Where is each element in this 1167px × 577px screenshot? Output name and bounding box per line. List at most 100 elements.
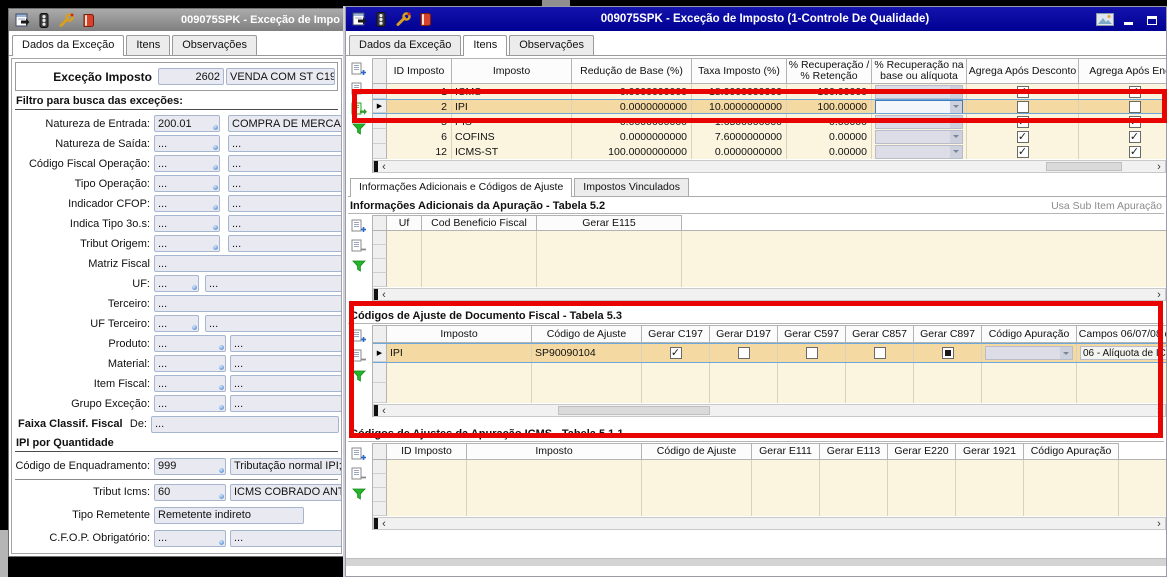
row-selector[interactable]	[373, 84, 387, 99]
row-selector[interactable]	[373, 474, 387, 488]
tabela-5-1-1-grid-hscrollbar[interactable]: ‹›	[373, 517, 1166, 530]
column-header-gerar-c857[interactable]: Gerar C857	[846, 325, 914, 343]
checkbox-agrega-apos-encar[interactable]	[1129, 131, 1141, 143]
dropdown-recuperacao-na-base-ou-aliquota[interactable]	[875, 85, 963, 99]
traffic-light-icon[interactable]	[35, 12, 53, 28]
row-selector[interactable]	[373, 144, 387, 159]
cell-imposto[interactable]: IPI	[387, 344, 532, 362]
dropdown-recuperacao-na-base-ou-aliquota[interactable]	[875, 145, 963, 159]
cell-id-imposto[interactable]: 12	[387, 144, 452, 159]
row-selector[interactable]	[373, 114, 387, 129]
column-header-agrega-apos-encar[interactable]: Agrega Após Encar	[1079, 58, 1166, 84]
column-header-gerar-d197[interactable]: Gerar D197	[710, 325, 778, 343]
add-row-icon[interactable]	[351, 446, 367, 461]
row-selector[interactable]	[373, 245, 387, 259]
cell-id-imposto[interactable]: 6	[387, 129, 452, 144]
empty-row[interactable]	[373, 245, 1166, 259]
add-row-icon[interactable]	[351, 328, 367, 343]
cell-recuperacao-retencao[interactable]: 100.00000	[787, 84, 872, 99]
column-header-recuperacao-retencao[interactable]: % Recuperação / % Retenção	[787, 58, 872, 84]
field-codigo-fiscal-operacao-desc[interactable]: ...	[228, 155, 342, 172]
column-header-imposto[interactable]: Imposto	[452, 58, 572, 84]
wrench-icon[interactable]	[394, 11, 412, 27]
empty-row[interactable]	[373, 259, 1166, 273]
field-indicador-cfop[interactable]: ...	[154, 195, 220, 212]
scrollbar-thumb[interactable]	[1046, 162, 1122, 171]
scroll-left-arrow[interactable]: ‹	[378, 519, 390, 529]
tab-dados-da-excecao[interactable]: Dados da Exceção	[12, 35, 124, 56]
cell-imposto[interactable]: PIS	[452, 114, 572, 129]
cell-id-imposto[interactable]: 2	[387, 100, 452, 113]
column-header-gerar-e111[interactable]: Gerar E111	[752, 443, 820, 460]
cell-reducao-de-base[interactable]: 0.0000000000	[572, 129, 692, 144]
maximize-button[interactable]	[1142, 12, 1162, 27]
exception-code-field[interactable]: 2602	[158, 68, 224, 85]
wrench-icon[interactable]	[57, 12, 75, 28]
cell-reducao-de-base[interactable]: 0.0000000000	[572, 100, 692, 113]
filter-row-icon[interactable]	[351, 486, 367, 501]
field-tribut-origem[interactable]: ...	[154, 235, 220, 252]
book-icon[interactable]	[79, 12, 97, 28]
tab-informacoes-adicionais-e-codigos-de-ajuste[interactable]: Informações Adicionais e Códigos de Ajus…	[350, 178, 572, 197]
book-icon[interactable]	[416, 11, 434, 27]
checkbox-agrega-apos-encar[interactable]	[1129, 86, 1141, 98]
empty-row[interactable]	[373, 488, 1166, 502]
scroll-right-arrow[interactable]: ›	[1153, 519, 1165, 529]
tab-observacoes[interactable]: Observações	[509, 35, 594, 55]
checkbox-agrega-apos-desconto[interactable]	[1017, 101, 1029, 113]
dropdown-codigo-apuracao[interactable]	[985, 346, 1073, 360]
column-header-recuperacao-na-base-ou-aliquota[interactable]: % Recuperação na base ou alíquota	[872, 58, 967, 84]
checkbox-agrega-apos-encar[interactable]	[1129, 101, 1141, 113]
field-natureza-de-saida[interactable]: ...	[154, 135, 220, 152]
field-5-6-codigo-inf-adicional[interactable]: ...	[154, 553, 226, 555]
tab-dados-da-excecao[interactable]: Dados da Exceção	[349, 35, 461, 55]
del-row-icon[interactable]	[351, 348, 367, 363]
row-selector[interactable]	[373, 273, 387, 287]
add-row-icon[interactable]	[351, 61, 367, 76]
checkbox-gerar-c597[interactable]	[806, 347, 818, 359]
checkbox-gerar-c857[interactable]	[874, 347, 886, 359]
cell-recuperacao-retencao[interactable]: 0.00000	[787, 144, 872, 159]
table-row[interactable]: ▶2IPI0.000000000010.0000000000100.00000	[373, 99, 1166, 114]
cell-imposto[interactable]: IPI	[452, 100, 572, 113]
del-row-icon[interactable]	[351, 81, 367, 96]
row-selector[interactable]: ▶	[373, 344, 387, 362]
row-selector[interactable]	[373, 259, 387, 273]
field-material-desc[interactable]: ...	[230, 355, 342, 372]
field-indicador-cfop-desc[interactable]: ...	[228, 195, 342, 212]
filter-row-icon[interactable]	[351, 368, 367, 383]
column-header-cod-beneficio-fiscal[interactable]: Cod Beneficio Fiscal	[422, 215, 537, 231]
field-c-f-o-p-obrigatorio-desc[interactable]: ...	[230, 530, 342, 547]
empty-row[interactable]	[373, 363, 1166, 383]
column-header-uf[interactable]: Uf	[387, 215, 422, 231]
row-selector[interactable]	[373, 129, 387, 144]
tab-itens[interactable]: Itens	[126, 35, 170, 55]
checkbox-agrega-apos-desconto[interactable]	[1017, 116, 1029, 128]
column-header-campos-06-07-08-da-e[interactable]: Campos 06/07/08 da E	[1077, 325, 1166, 343]
field-tribut-icms-desc[interactable]: ICMS COBRADO ANTERI	[230, 484, 342, 501]
scroll-left-arrow[interactable]: ‹	[378, 290, 390, 300]
field-item-fiscal-desc[interactable]: ...	[230, 375, 342, 392]
field-codigo-de-enquadramento[interactable]: 999	[154, 458, 226, 475]
dropdown-recuperacao-na-base-ou-aliquota[interactable]	[875, 115, 963, 129]
cell-recuperacao-retencao[interactable]: 0.00000	[787, 114, 872, 129]
form-window-icon[interactable]	[350, 11, 368, 27]
column-header-imposto[interactable]: Imposto	[387, 325, 532, 343]
table-row[interactable]: 5PIS0.00000000001.65000000000.00000	[373, 114, 1166, 129]
row-selector[interactable]: ▶	[373, 100, 387, 113]
scroll-right-arrow[interactable]: ›	[1153, 290, 1165, 300]
column-header-reducao-de-base[interactable]: Redução de Base (%)	[572, 58, 692, 84]
cell-taxa-imposto[interactable]: 0.0000000000	[692, 144, 787, 159]
empty-row[interactable]	[373, 502, 1166, 516]
table-row[interactable]: 6COFINS0.00000000007.60000000000.00000	[373, 129, 1166, 144]
field-codigo-de-enquadramento-desc[interactable]: Tributação normal IPI; O	[230, 458, 342, 475]
tab-itens[interactable]: Itens	[463, 35, 507, 56]
column-header-agrega-apos-desconto[interactable]: Agrega Após Desconto	[967, 58, 1079, 84]
scrollbar-track[interactable]	[390, 289, 1153, 300]
field-c-f-o-p-obrigatorio[interactable]: ...	[154, 530, 226, 547]
cell-recuperacao-retencao[interactable]: 100.00000	[787, 100, 872, 113]
empty-row[interactable]	[373, 231, 1166, 245]
column-header-codigo-apuracao[interactable]: Código Apuração	[982, 325, 1077, 343]
checkbox-gerar-d197[interactable]	[738, 347, 750, 359]
cell-recuperacao-retencao[interactable]: 0.00000	[787, 129, 872, 144]
